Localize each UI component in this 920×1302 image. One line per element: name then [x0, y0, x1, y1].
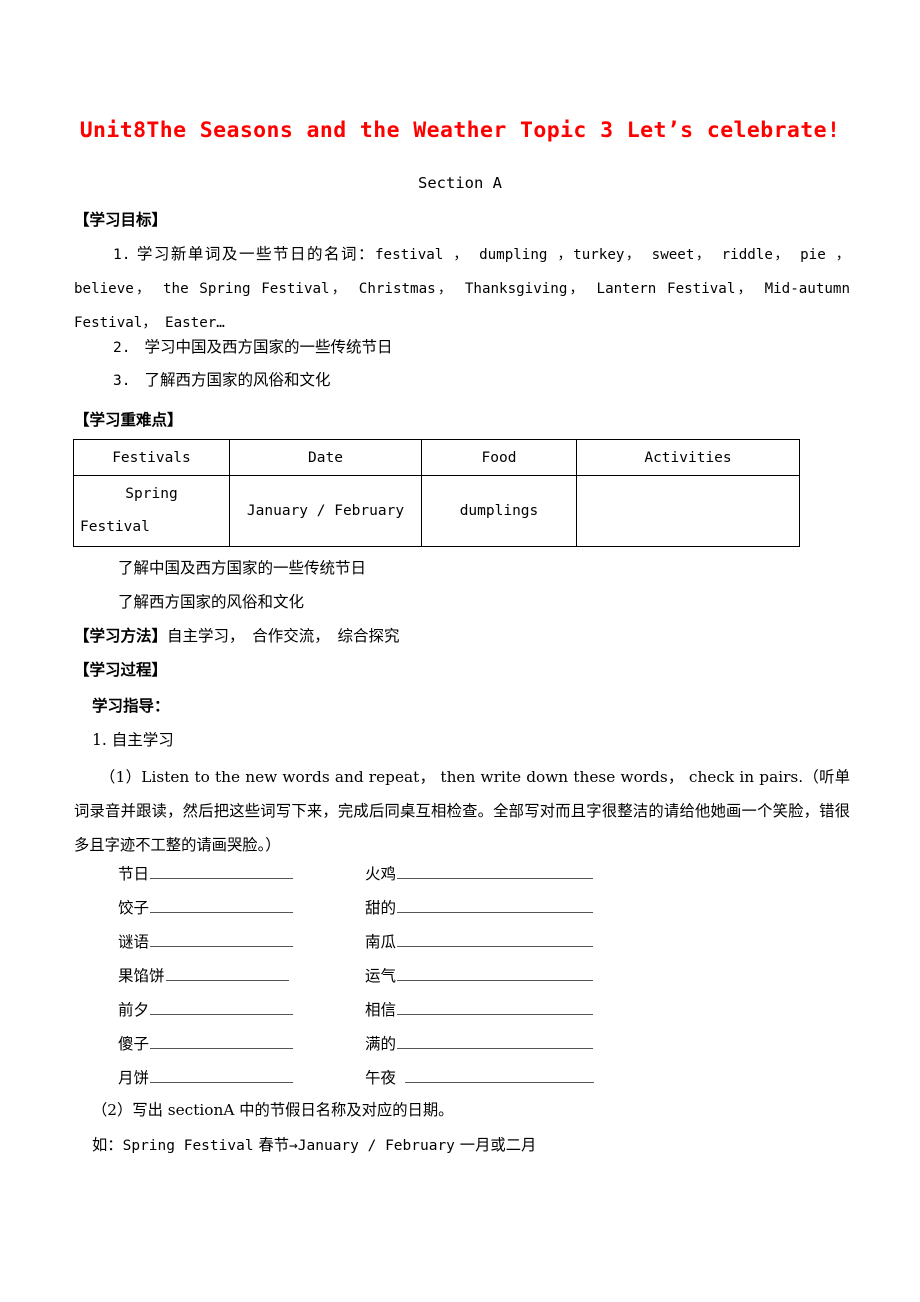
vocab-left-blank[interactable]: [150, 996, 294, 1015]
column-header-date: Date: [229, 439, 422, 476]
vocab-left-label: 月饼: [118, 1069, 150, 1087]
vocab-right-blank[interactable]: [397, 996, 594, 1015]
objective-1-label: 学习新单词及一些节日的名词：: [136, 245, 375, 263]
vocab-right-blank[interactable]: [397, 1030, 594, 1049]
column-header-festivals: Festivals: [73, 439, 230, 476]
objective-item-1: 1. 学习新单词及一些节日的名词：festival ， dumpling ，tu…: [74, 238, 850, 340]
key-points-heading: 【学习重难点】: [74, 411, 183, 429]
vocab-right-blank[interactable]: [405, 1064, 595, 1083]
table-row: Spring Festival January / February dumpl…: [73, 475, 800, 547]
vocab-right-blank[interactable]: [397, 894, 594, 913]
vocab-right: 满的: [365, 1027, 594, 1061]
methods-heading: 【学习方法】自主学习， 合作交流， 综合探究: [74, 624, 400, 646]
vocab-left: 果馅饼: [118, 959, 289, 993]
vocab-right-blank[interactable]: [397, 860, 594, 879]
column-header-activities: Activities: [576, 439, 800, 476]
vocab-row: 傻子 满的: [118, 1027, 618, 1061]
process-example: 如：Spring Festival 春节→January / February …: [92, 1133, 536, 1155]
vocab-right: 甜的: [365, 891, 594, 925]
vocab-row: 前夕 相信: [118, 993, 618, 1027]
process-item-2: （2）写出 sectionA 中的节假日名称及对应的日期。: [92, 1101, 454, 1119]
vocab-right-label: 火鸡: [365, 865, 397, 883]
vocab-right-blank[interactable]: [397, 962, 594, 981]
cell-date: January / February: [229, 475, 422, 547]
vocab-right-label: 满的: [365, 1035, 397, 1053]
vocab-left-blank[interactable]: [150, 928, 294, 947]
process-item-1: （1）Listen to the new words and repeat， t…: [74, 768, 850, 854]
vocab-left-label: 果馅饼: [118, 967, 165, 985]
vocab-right-label: 午夜: [365, 1069, 397, 1087]
vocab-left-blank[interactable]: [150, 860, 294, 879]
vocab-left: 谜语: [118, 925, 294, 959]
guide-heading: 学习指导：: [92, 697, 170, 715]
objective-3-text: 了解西方国家的风俗和文化: [144, 371, 331, 389]
vocab-left-label: 饺子: [118, 899, 150, 917]
vocab-row: 节日 火鸡: [118, 857, 618, 891]
cell-festival: Spring Festival: [73, 475, 230, 547]
worksheet-page: Unit8The Seasons and the Weather Topic 3…: [0, 0, 920, 1302]
vocab-row: 果馅饼 运气: [118, 959, 618, 993]
key-points-note-1: 了解中国及西方国家的一些传统节日: [118, 559, 367, 577]
vocab-left-label: 节日: [118, 865, 150, 883]
vocab-left-label: 谜语: [118, 933, 150, 951]
methods-text: 自主学习， 合作交流， 综合探究: [167, 627, 400, 645]
vocabulary-blanks: 节日 火鸡 饺子 甜的 谜语 南瓜 果馅饼 运气 前夕 相信 傻子 满的 月饼 …: [118, 857, 618, 1095]
objective-item-3: 3. 了解西方国家的风俗和文化: [113, 368, 330, 390]
example-english-2: January / February: [297, 1138, 455, 1154]
vocab-right-blank[interactable]: [397, 928, 594, 947]
page-title: Unit8The Seasons and the Weather Topic 3…: [79, 118, 841, 143]
table-header-row: Festivals Date Food Activities: [73, 439, 800, 476]
vocab-right: 火鸡: [365, 857, 594, 891]
process-heading: 【学习过程】: [74, 661, 168, 679]
methods-heading-label: 【学习方法】: [74, 627, 168, 645]
vocab-right-label: 南瓜: [365, 933, 397, 951]
example-chinese-1: 春节: [258, 1136, 290, 1154]
vocab-left-blank[interactable]: [150, 1064, 294, 1083]
festival-name: Spring Festival: [74, 478, 229, 544]
vocab-right-label: 甜的: [365, 899, 397, 917]
example-english-1: Spring Festival: [122, 1138, 254, 1154]
vocab-left-label: 前夕: [118, 1001, 150, 1019]
vocab-left: 饺子: [118, 891, 294, 925]
cell-food: dumplings: [421, 475, 577, 547]
vocab-left-blank[interactable]: [150, 1030, 294, 1049]
vocab-row: 谜语 南瓜: [118, 925, 618, 959]
objective-1-number: 1.: [113, 247, 131, 263]
objective-3-number: 3.: [113, 373, 131, 389]
festival-name-line2: Festival: [80, 519, 150, 535]
vocab-right-label: 运气: [365, 967, 397, 985]
vocab-left-label: 傻子: [118, 1035, 150, 1053]
process-step-1: 1. 自主学习: [92, 731, 174, 749]
column-header-food: Food: [421, 439, 577, 476]
vocab-left: 前夕: [118, 993, 294, 1027]
vocab-left: 傻子: [118, 1027, 294, 1061]
vocab-right: 午夜: [365, 1061, 595, 1095]
objective-2-number: 2.: [113, 340, 131, 356]
vocab-left-blank[interactable]: [165, 962, 289, 981]
vocab-left-blank[interactable]: [150, 894, 294, 913]
vocab-row: 饺子 甜的: [118, 891, 618, 925]
objective-item-2: 2. 学习中国及西方国家的一些传统节日: [113, 335, 392, 357]
example-chinese-2: 一月或二月: [459, 1136, 537, 1154]
vocab-row: 月饼 午夜: [118, 1061, 618, 1095]
arrow-icon: →: [289, 1138, 298, 1154]
cell-activities: [576, 475, 800, 547]
objectives-heading: 【学习目标】: [74, 211, 168, 229]
vocab-right: 相信: [365, 993, 594, 1027]
vocab-left: 节日: [118, 857, 294, 891]
vocab-left: 月饼: [118, 1061, 294, 1095]
festival-name-line1: Spring: [125, 486, 178, 502]
key-points-note-2: 了解西方国家的风俗和文化: [118, 593, 305, 611]
vocab-right: 运气: [365, 959, 594, 993]
festivals-table: Festivals Date Food Activities Spring Fe…: [73, 439, 800, 547]
vocab-right-label: 相信: [365, 1001, 397, 1019]
example-prefix: 如：: [92, 1136, 123, 1154]
objective-2-text: 学习中国及西方国家的一些传统节日: [144, 338, 393, 356]
vocab-right: 南瓜: [365, 925, 594, 959]
section-heading: Section A: [418, 174, 502, 192]
